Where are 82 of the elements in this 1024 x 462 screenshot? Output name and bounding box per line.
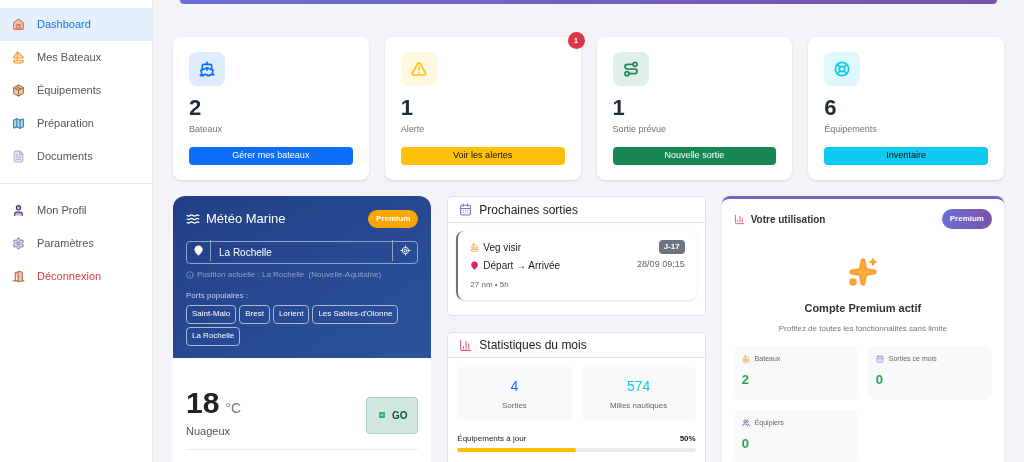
usage-value: 2: [741, 371, 750, 389]
location-field[interactable]: La Rochelle: [186, 240, 419, 264]
premium-subtitle: Profitez de toutes les fonctionnalités sans limite: [778, 322, 947, 335]
sidebar-item[interactable]: Préparation: [0, 107, 152, 140]
sidebar-item[interactable]: Dashboard: [0, 8, 152, 41]
stat-label: Sorties: [501, 399, 527, 412]
card-title: Météo Marine: [206, 210, 286, 228]
sidebar-item[interactable]: Mes Bateaux: [0, 41, 152, 74]
stat-value: 4: [510, 376, 519, 396]
trip-datetime: 28/09 09:15: [637, 258, 685, 271]
calendar-icon: [459, 203, 473, 216]
bar-chart-icon: [733, 213, 745, 225]
check-icon: [377, 410, 388, 420]
temperature-value: 18: [186, 384, 220, 421]
map-pin-icon: [193, 244, 204, 256]
premium-heading: Compte Premium actif: [804, 301, 922, 316]
stat-value: 1: [400, 95, 414, 122]
sailboat-icon: [12, 51, 25, 64]
settings-icon: [12, 237, 25, 250]
waves-icon: [186, 211, 200, 226]
sidebar-item[interactable]: Paramètres: [0, 227, 152, 260]
stat-value: 574: [626, 376, 651, 396]
action-button[interactable]: Inventaire: [824, 146, 988, 165]
bar-chart-icon: [459, 338, 473, 352]
pin-icon: [470, 261, 480, 270]
port-chip[interactable]: Brest: [239, 304, 270, 324]
trip-card[interactable]: Veg visir Départ → Arrivée 27 nm • 5h J-17 28/09 09:15: [456, 231, 697, 300]
sailboat-icon: [741, 354, 750, 363]
usage-value: 0: [875, 371, 885, 389]
person-icon: [12, 204, 25, 217]
people-icon: [741, 418, 750, 427]
crosshair-icon: [399, 244, 411, 256]
port-chip[interactable]: Saint-Malo: [186, 304, 237, 324]
notification-badge: 1: [567, 32, 585, 49]
house-icon: [12, 18, 25, 31]
port-chip[interactable]: La Rochelle: [186, 326, 241, 346]
ship-icon: [199, 61, 215, 78]
card-title: Statistiques du mois: [479, 337, 587, 354]
verdict-label: GO: [392, 408, 408, 423]
countdown-badge: J-17: [658, 240, 685, 254]
ports-label: Ports populaires :: [186, 289, 250, 302]
action-button[interactable]: Nouvelle sortie: [612, 146, 777, 165]
trip-route: Départ → Arrivée: [483, 259, 561, 273]
premium-badge: Premium: [368, 209, 419, 228]
map-icon: [12, 117, 25, 130]
stat-value: 2: [189, 95, 203, 122]
action-button[interactable]: Gérer mes bateaux: [189, 146, 353, 165]
lifebuoy-icon: [834, 61, 851, 78]
card-title: Prochaines sorties: [479, 201, 579, 219]
sidebar-item[interactable]: Équipements: [0, 74, 152, 107]
route-icon: [622, 61, 639, 78]
sidebar-item[interactable]: Mon Profil: [0, 194, 152, 227]
stat-label: Milles nautiques: [609, 399, 668, 412]
progress-label: Équipements à jour: [457, 433, 527, 445]
action-button[interactable]: Voir les alertes: [400, 146, 565, 165]
premium-badge: Premium: [941, 209, 992, 229]
sparkles-icon: [847, 257, 878, 287]
card-title: Votre utilisation: [750, 212, 826, 227]
box-icon: [12, 84, 25, 97]
stat-label: Alerte: [400, 123, 426, 137]
trip-details: 27 nm • 5h: [470, 279, 510, 291]
stat-label: Équipements: [824, 123, 878, 137]
calendar-icon: [875, 354, 884, 363]
sidebar-item[interactable]: Documents: [0, 140, 152, 173]
stat-value: 6: [824, 95, 838, 122]
port-chip[interactable]: Les Sables-d'Olonne: [312, 304, 399, 324]
warning-icon: [410, 61, 427, 78]
stat-label: Sortie prévue: [612, 123, 668, 137]
info-icon: [186, 270, 194, 279]
port-chip[interactable]: Lorient: [272, 304, 310, 324]
boat-name: Veg visir: [483, 241, 522, 255]
temperature-unit: °C: [225, 398, 242, 418]
door-icon: [12, 270, 25, 283]
stat-label: Bateaux: [189, 123, 224, 137]
stat-value: 1: [612, 95, 626, 122]
sidebar-item[interactable]: Déconnexion: [0, 260, 152, 293]
position-note: Position actuelle : La Rochelle (Nouvelle-Aquitaine): [197, 268, 382, 281]
sailboat-icon: [470, 243, 480, 252]
usage-value: 0: [741, 435, 750, 453]
progress-reading: 50%: [679, 433, 696, 445]
weather-condition: Nuageux: [186, 423, 232, 439]
document-icon: [12, 150, 25, 163]
